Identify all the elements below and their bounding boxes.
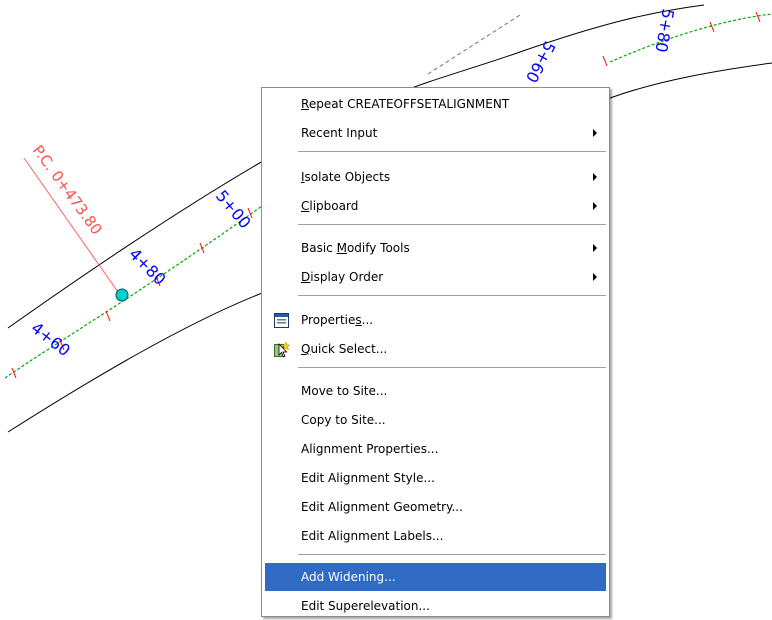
pc-point: [115, 288, 129, 302]
menu-item-properties-label: ...: [361, 313, 374, 327]
menu-item-repeat-mnemonic: R: [301, 97, 309, 111]
pc-label: P.C. 0+473.80: [29, 142, 106, 238]
submenu-arrow-icon: [593, 173, 597, 181]
menu-item-basic-modify-pre: Basic: [301, 241, 337, 255]
menu-item-alignment-properties[interactable]: Alignment Properties...: [265, 435, 606, 463]
menu-item-recent-input-label: Recent Input: [301, 126, 378, 140]
menu-item-copy-to-site[interactable]: Copy to Site...: [265, 406, 606, 434]
context-menu: Repeat CREATEOFFSETALIGNMENT Recent Inpu…: [261, 87, 610, 617]
menu-item-edit-alignment-geometry[interactable]: Edit Alignment Geometry...: [265, 493, 606, 521]
menu-item-edit-superelevation[interactable]: Edit Superelevation...: [265, 592, 606, 620]
menu-item-repeat-label: epeat CREATEOFFSETALIGNMENT: [308, 97, 510, 111]
menu-item-move-to-site-label: Move to Site...: [301, 384, 388, 398]
submenu-arrow-icon: [593, 129, 597, 137]
menu-item-basic-modify-tools[interactable]: Basic Modify Tools: [265, 234, 606, 262]
menu-item-isolate-label: solate Objects: [304, 170, 391, 184]
menu-item-recent-input[interactable]: Recent Input: [265, 119, 606, 147]
quick-select-icon: [273, 341, 291, 358]
station-label-480: 4+80: [125, 244, 170, 289]
menu-item-edit-superelevation-label: Edit Superelevation...: [301, 599, 430, 613]
menu-item-clipboard[interactable]: Clipboard: [265, 192, 606, 220]
menu-item-edit-alignment-labels[interactable]: Edit Alignment Labels...: [265, 522, 606, 550]
menu-item-edit-alignment-style[interactable]: Edit Alignment Style...: [265, 464, 606, 492]
menu-separator: [298, 367, 606, 369]
menu-item-isolate-objects[interactable]: Isolate Objects: [265, 163, 606, 191]
menu-separator: [298, 554, 606, 556]
menu-item-basic-modify-mnemonic: M: [336, 241, 347, 255]
station-label-560: 5+60: [522, 38, 559, 86]
menu-item-clipboard-label: lipboard: [309, 199, 359, 213]
menu-item-repeat-createoffsetalignment[interactable]: Repeat CREATEOFFSETALIGNMENT: [265, 90, 606, 118]
menu-item-edit-alignment-labels-label: Edit Alignment Labels...: [301, 529, 444, 543]
menu-item-alignment-properties-label: Alignment Properties...: [301, 442, 439, 456]
menu-item-quick-select-label: uick Select...: [310, 342, 388, 356]
menu-item-basic-modify-label: odify Tools: [346, 241, 410, 255]
menu-item-display-order-mnemonic: D: [301, 270, 311, 284]
menu-item-properties-pre: Propertie: [301, 313, 356, 327]
menu-separator: [298, 295, 606, 297]
station-label-460: 4+60: [28, 318, 74, 360]
menu-item-edit-alignment-style-label: Edit Alignment Style...: [301, 471, 435, 485]
menu-item-properties[interactable]: Properties...: [265, 306, 606, 334]
menu-separator: [298, 224, 606, 226]
submenu-arrow-icon: [593, 202, 597, 210]
menu-item-copy-to-site-label: Copy to Site...: [301, 413, 386, 427]
station-label-580: 5+80: [651, 7, 677, 54]
menu-item-add-widening[interactable]: Add Widening...: [265, 563, 606, 591]
submenu-arrow-icon: [593, 244, 597, 252]
menu-item-quick-select[interactable]: Quick Select...: [265, 335, 606, 363]
submenu-arrow-icon: [593, 273, 597, 281]
menu-item-move-to-site[interactable]: Move to Site...: [265, 377, 606, 405]
menu-item-add-widening-label: Add Widening...: [301, 570, 396, 584]
menu-item-display-order[interactable]: Display Order: [265, 263, 606, 291]
properties-icon: [273, 312, 290, 329]
menu-separator: [298, 151, 606, 153]
menu-item-edit-alignment-geometry-label: Edit Alignment Geometry...: [301, 500, 463, 514]
menu-item-display-order-label: isplay Order: [310, 270, 384, 284]
